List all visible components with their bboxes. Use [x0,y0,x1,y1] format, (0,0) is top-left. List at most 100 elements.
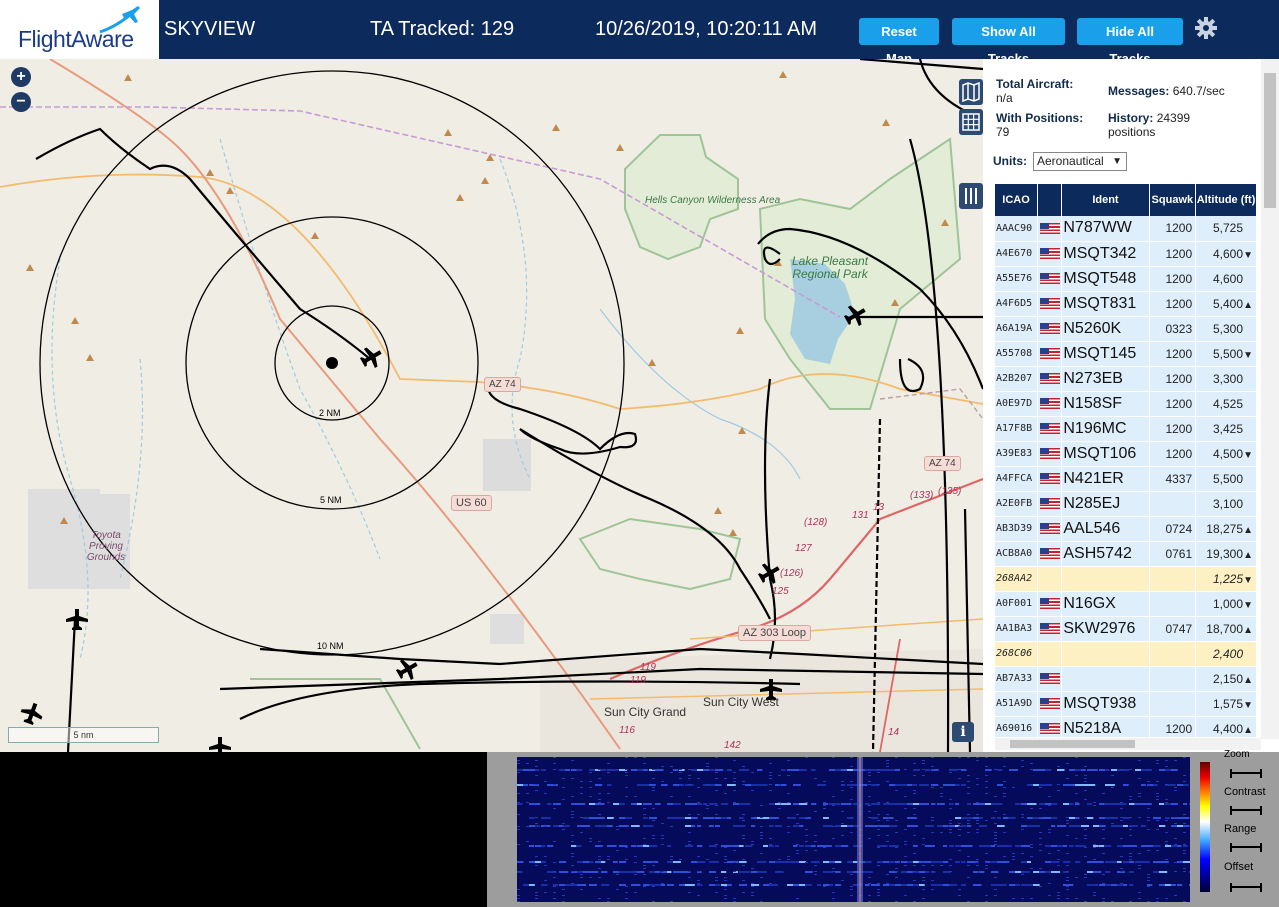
altitude-cell: 3,100 [1195,491,1257,517]
altitude-value: 5,400 [1212,296,1243,311]
panel-horizontal-scrollbar[interactable] [995,738,1261,750]
flag-cell [1037,241,1063,267]
zoom-slider[interactable] [1230,769,1262,778]
altitude-cell: 5,300 [1195,316,1257,342]
column-header-flag[interactable] [1037,184,1063,216]
altitude-trend-icon: ▲ [1243,549,1253,561]
range-slider[interactable] [1230,843,1262,852]
aircraft-icon[interactable] [209,737,231,752]
column-header-squawk[interactable]: Squawk [1149,184,1197,216]
altitude-value: 4,500 [1212,446,1243,461]
altitude-value: 1,000 [1212,596,1243,611]
table-row[interactable]: A0F001 N16GX 1,000▼ [995,591,1257,617]
altitude-cell: 4,500▼ [1195,441,1257,467]
scrollbar-thumb[interactable] [1010,740,1135,748]
ident-cell: MSQT548 [1061,266,1150,292]
table-row[interactable]: AB7A33 2,150▲ [995,666,1257,692]
table-row[interactable]: A55708 MSQT145 1200 5,500▼ [995,341,1257,367]
squawk-cell: 0761 [1149,541,1197,567]
table-row[interactable]: AB3D39 AAL546 0724 18,275▲ [995,516,1257,542]
aircraft-icon[interactable] [66,609,88,630]
column-toggle-button[interactable] [959,183,983,209]
ident-cell: AAL546 [1061,516,1150,542]
route-label: (133) [910,490,934,501]
altitude-trend-icon: ▲ [1243,524,1253,536]
icao-cell: ACB8A0 [995,541,1039,567]
table-row[interactable]: A4E670 MSQT342 1200 4,600▼ [995,241,1257,267]
route-label: 14 [888,727,900,738]
table-row[interactable]: A4F6D5 MSQT831 1200 5,400▲ [995,291,1257,317]
table-row[interactable]: A4FFCA N421ER 4337 5,500 [995,466,1257,492]
table-row[interactable]: A69016 N5218A 1200 4,400▲ [995,716,1257,737]
table-row[interactable]: AAAC90 N787WW 1200 5,725 [995,216,1257,242]
range-label-2nm: 2 NM [319,408,341,418]
total-aircraft-value: n/a [996,91,1013,105]
map-view[interactable]: + − Hells Canyon Wilderness Area Lake Pl… [0,59,983,752]
aircraft-table-container[interactable]: ICAO Ident Squawk Altitude (ft) AAAC90 N7… [995,184,1257,737]
offset-slider[interactable] [1230,883,1262,892]
table-row[interactable]: ACB8A0 ASH5742 0761 19,300▲ [995,541,1257,567]
flag-cell [1037,216,1063,242]
flightaware-logo[interactable]: FlightAware [0,0,159,59]
waterfall-display[interactable] [517,757,1190,902]
aircraft-icon[interactable] [18,700,46,727]
flag-cell [1037,391,1063,417]
us-flag-icon [1040,597,1061,609]
columns-icon [965,188,977,204]
altitude-cell: 5,500▼ [1195,341,1257,367]
aircraft-panel: Total Aircraft: n/a Messages: 640.7/sec … [983,59,1279,752]
icao-cell: A39E83 [995,441,1039,467]
column-header-icao[interactable]: ICAO [995,184,1039,216]
map-layers-button[interactable] [959,79,983,105]
ident-cell: MSQT938 [1061,691,1150,717]
show-all-tracks-button[interactable]: Show All Tracks [952,18,1065,66]
column-header-altitude[interactable]: Altitude (ft) [1195,184,1257,216]
table-row[interactable]: A17F8B N196MC 1200 3,425 [995,416,1257,442]
flag-cell [1037,341,1063,367]
panel-vertical-scrollbar[interactable] [1261,59,1279,739]
table-row[interactable]: A6A19A N5260K 0323 5,300 [995,316,1257,342]
squawk-cell: 1200 [1149,291,1197,317]
info-button[interactable]: i [952,722,974,742]
zoom-in-button[interactable]: + [11,67,31,87]
units-select[interactable]: Aeronautical ▼ [1033,152,1127,171]
altitude-value: 3,100 [1212,496,1243,511]
reset-map-button[interactable]: Reset Map [859,18,939,66]
hide-all-tracks-button[interactable]: Hide All Tracks [1077,18,1183,66]
table-row[interactable]: A0E97D N158SF 1200 4,525 [995,391,1257,417]
flag-cell [1037,266,1063,292]
table-row[interactable]: A55E76 MSQT548 1200 4,600 [995,266,1257,292]
gear-icon[interactable] [1194,16,1218,40]
table-row[interactable]: A39E83 MSQT106 1200 4,500▼ [995,441,1257,467]
table-row[interactable]: A51A9D MSQT938 1,575▼ [995,691,1257,717]
ident-cell: SKW2976 [1061,616,1150,642]
ident-cell: N16GX [1061,591,1150,617]
zoom-out-button[interactable]: − [11,92,31,112]
road-shield-az74: AZ 74 [484,377,521,392]
scrollbar-thumb[interactable] [1264,73,1276,208]
ident-cell: N787WW [1061,216,1150,242]
altitude-cell: 4,600 [1195,266,1257,292]
table-row[interactable]: A2B207 N273EB 1200 3,300 [995,366,1257,392]
contrast-slider[interactable] [1230,806,1262,815]
us-flag-icon [1040,447,1061,459]
icao-cell: A17F8B [995,416,1039,442]
column-header-ident[interactable]: Ident [1061,184,1150,216]
grid-toggle-button[interactable] [959,109,983,135]
flag-cell [1037,541,1063,567]
table-row[interactable]: 268C06 2,400 [995,641,1257,667]
altitude-trend-icon: ▼ [1243,574,1253,586]
with-positions-value: 79 [996,125,1010,139]
table-row[interactable]: A2E0FB N285EJ 3,100 [995,491,1257,517]
park-boundary [250,678,421,750]
flag-cell [1037,591,1063,617]
altitude-cell: 1,225▼ [1195,566,1257,592]
table-row[interactable]: AA1BA3 SKW2976 0747 18,700▲ [995,616,1257,642]
icao-cell: A55E76 [995,266,1039,292]
route-label: 125 [772,586,789,597]
altitude-cell: 3,300 [1195,366,1257,392]
ident-cell: N5218A [1061,716,1150,737]
squawk-cell: 0724 [1149,516,1197,542]
table-row[interactable]: 268AA2 1,225▼ [995,566,1257,592]
icao-cell: AA1BA3 [995,616,1039,642]
